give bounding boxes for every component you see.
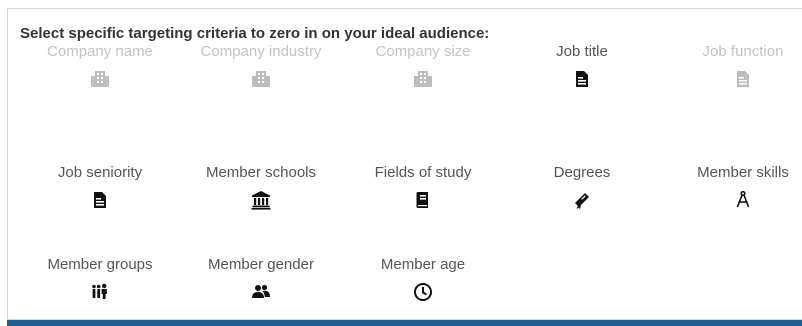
criteria-company-name[interactable]: Company name: [25, 43, 175, 89]
criteria-member-age[interactable]: Member age: [348, 256, 498, 302]
criteria-fields-of-study[interactable]: Fields of study: [348, 164, 498, 210]
criteria-job-title[interactable]: Job title: [507, 43, 657, 89]
criteria-degrees[interactable]: Degrees: [507, 164, 657, 210]
document-icon: [90, 190, 110, 210]
building-icon: [413, 69, 433, 89]
document-icon: [733, 69, 753, 89]
document-icon: [572, 69, 592, 89]
clock-icon: [413, 282, 433, 302]
targeting-panel: Select specific targeting criteria to ze…: [7, 8, 802, 320]
building-icon: [90, 69, 110, 89]
criteria-label: Job function: [702, 43, 784, 60]
criteria-label: Company name: [47, 43, 153, 60]
criteria-label: Member groups: [47, 256, 153, 273]
criteria-label: Member gender: [208, 256, 314, 273]
criteria-label: Member schools: [205, 164, 317, 181]
criteria-label: Degrees: [553, 164, 611, 181]
criteria-label: Member age: [380, 256, 466, 273]
criteria-label: Job title: [556, 43, 608, 60]
criteria-member-schools[interactable]: Member schools: [186, 164, 336, 210]
users-icon: [251, 282, 271, 302]
criteria-label: Fields of study: [374, 164, 472, 181]
criteria-job-seniority[interactable]: Job seniority: [25, 164, 175, 210]
criteria-member-skills[interactable]: Member skills: [668, 164, 802, 210]
criteria-member-groups[interactable]: Member groups: [25, 256, 175, 302]
criteria-label: Job seniority: [57, 164, 143, 181]
group-icon: [90, 282, 110, 302]
criteria-label: Company size: [375, 43, 471, 60]
panel-heading: Select specific targeting criteria to ze…: [20, 25, 490, 42]
institution-icon: [251, 190, 271, 210]
criteria-member-gender[interactable]: Member gender: [186, 256, 336, 302]
diploma-icon: [572, 190, 592, 210]
panel-bottom-accent: [7, 320, 802, 326]
criteria-job-function[interactable]: Job function: [668, 43, 802, 89]
compass-icon: [733, 190, 753, 210]
criteria-company-industry[interactable]: Company industry: [186, 43, 336, 89]
criteria-label: Company industry: [200, 43, 322, 60]
book-icon: [413, 190, 433, 210]
building-icon: [251, 69, 271, 89]
criteria-company-size[interactable]: Company size: [348, 43, 498, 89]
criteria-label: Member skills: [697, 164, 789, 181]
